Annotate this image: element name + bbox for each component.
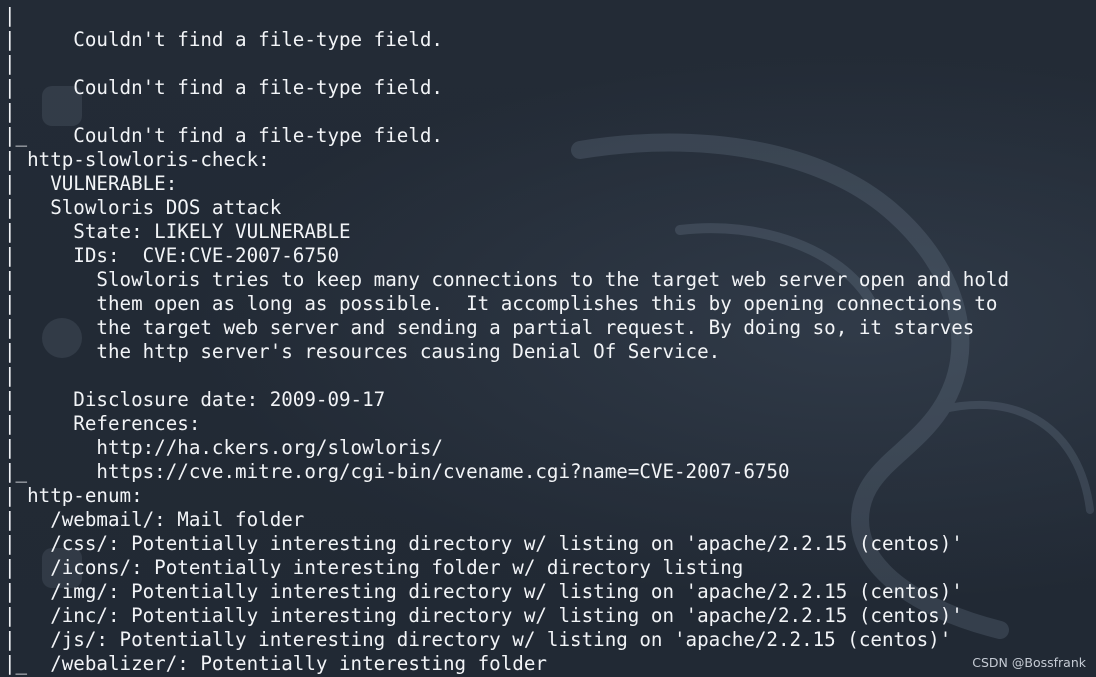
- csdn-watermark: CSDN @Bossfrank: [972, 655, 1086, 670]
- terminal-line: | /img/: Potentially interesting directo…: [4, 580, 963, 603]
- terminal-line: | the target web server and sending a pa…: [4, 316, 975, 339]
- terminal-line: |_ /webalizer/: Potentially interesting …: [4, 652, 547, 675]
- terminal-line: | Couldn't find a file-type field.: [4, 76, 443, 99]
- terminal-line: | /webmail/: Mail folder: [4, 508, 305, 531]
- terminal-line: | Couldn't find a file-type field.: [4, 28, 443, 51]
- terminal-line: | http-enum:: [4, 484, 143, 507]
- terminal-line: | State: LIKELY VULNERABLE: [4, 220, 351, 243]
- terminal-line: | Slowloris DOS attack: [4, 196, 282, 219]
- terminal-line: | /js/: Potentially interesting director…: [4, 628, 952, 651]
- terminal-line: | VULNERABLE:: [4, 172, 178, 195]
- terminal-line: | /css/: Potentially interesting directo…: [4, 532, 963, 555]
- terminal-line: | them open as long as possible. It acco…: [4, 292, 998, 315]
- terminal-line: |: [4, 4, 16, 27]
- terminal-line: |_ Couldn't find a file-type field.: [4, 124, 443, 147]
- terminal-line: | /inc/: Potentially interesting directo…: [4, 604, 963, 627]
- terminal-line: |_ https://cve.mitre.org/cgi-bin/cvename…: [4, 460, 790, 483]
- terminal-window[interactable]: | | Couldn't find a file-type field. | |…: [0, 0, 1096, 677]
- terminal-line: | Disclosure date: 2009-09-17: [4, 388, 386, 411]
- terminal-line: | /icons/: Potentially interesting folde…: [4, 556, 744, 579]
- terminal-line: |: [4, 100, 16, 123]
- terminal-line: |: [4, 52, 16, 75]
- terminal-line: | IDs: CVE:CVE-2007-6750: [4, 244, 340, 267]
- terminal-line: | http-slowloris-check:: [4, 148, 270, 171]
- terminal-line: |: [4, 364, 16, 387]
- terminal-line: | the http server's resources causing De…: [4, 340, 721, 363]
- terminal-output: | | Couldn't find a file-type field. | |…: [4, 4, 1009, 676]
- terminal-line: | http://ha.ckers.org/slowloris/: [4, 436, 443, 459]
- terminal-line: | Slowloris tries to keep many connectio…: [4, 268, 1010, 291]
- terminal-line: | References:: [4, 412, 201, 435]
